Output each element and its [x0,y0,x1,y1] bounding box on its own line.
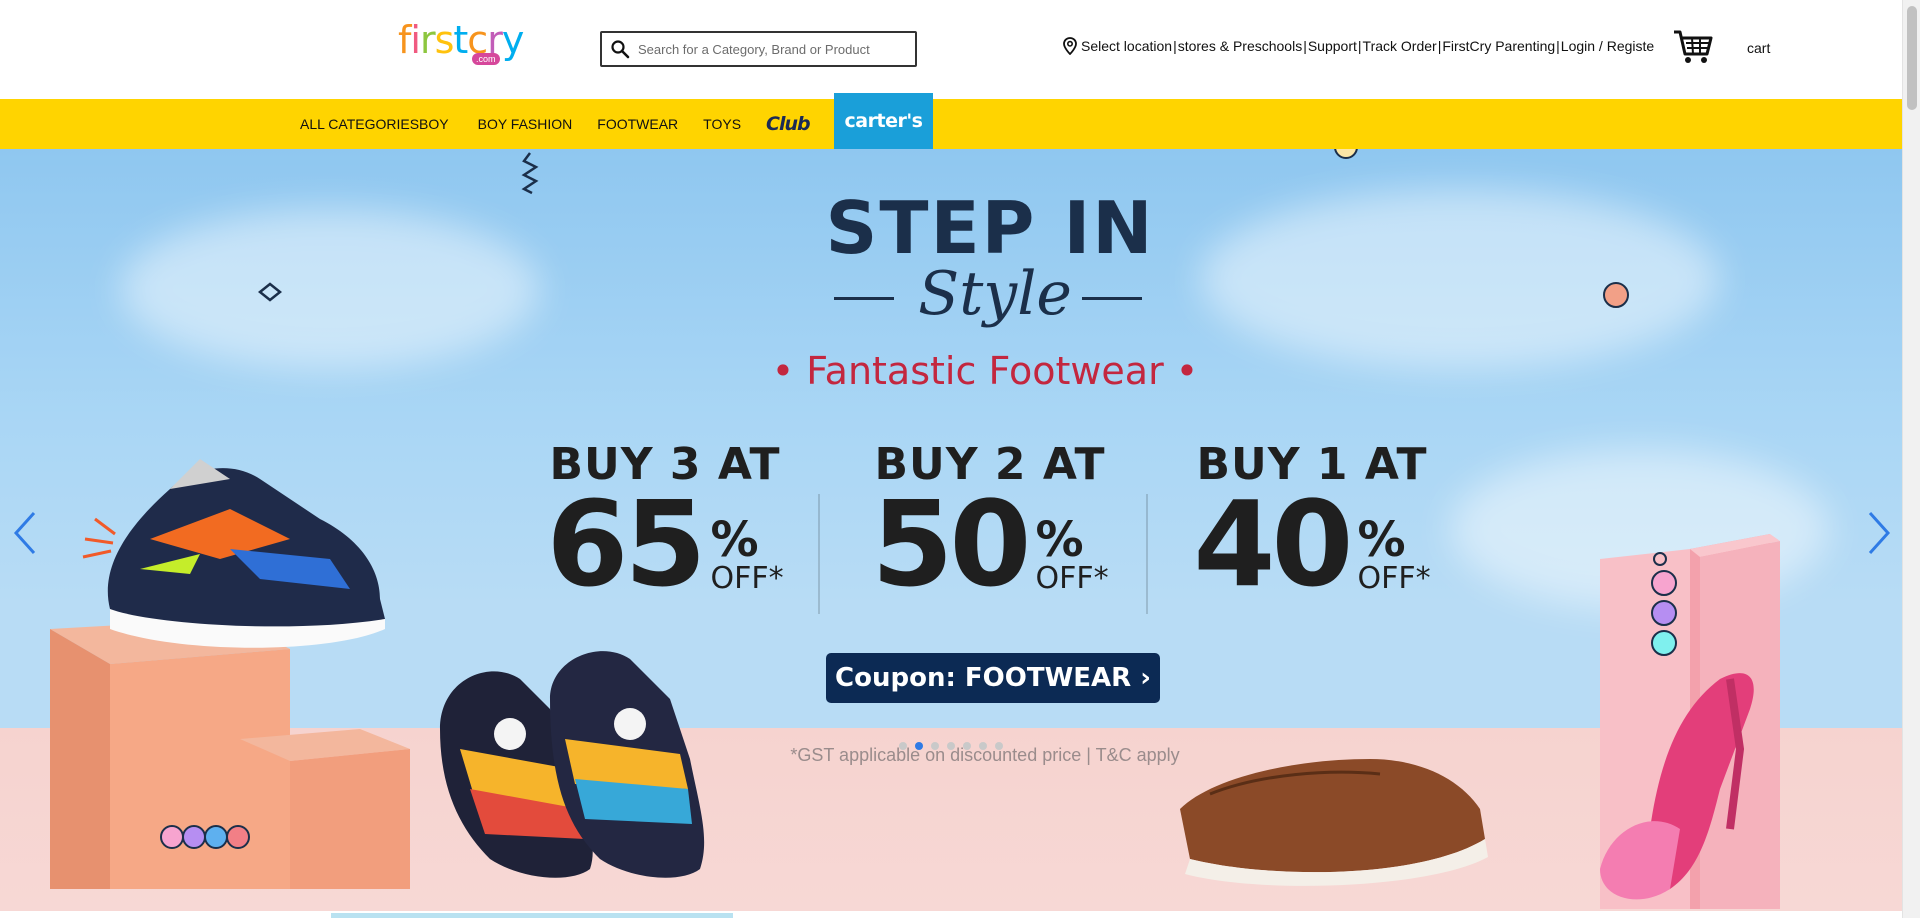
scrollbar-thumb[interactable] [1907,6,1917,110]
headline-line-right [1082,297,1142,300]
banner-tagline: • Fantastic Footwear • [771,349,1199,393]
squiggle-decoration [521,152,539,195]
nav-item-all-categories[interactable]: ALL CATEGORIESBOY [300,116,449,132]
carousel-dot-1[interactable] [899,742,907,750]
select-location-link[interactable]: Select location [1081,38,1172,54]
deal-divider [1146,494,1148,614]
carousel-next-button[interactable] [1860,509,1900,561]
page-scrollbar[interactable] [1902,0,1920,918]
location-pin-icon[interactable] [1061,36,1079,56]
deal-buy-3: BUY 3 AT 65 % OFF* [505,439,825,604]
deal-percent-sign: % [710,512,759,568]
cart-label[interactable]: cart [1747,40,1770,56]
deal-percent-value: 65 [546,475,706,613]
coupon-button[interactable]: Coupon: FOOTWEAR › [826,653,1160,703]
deal-off-label: OFF* [1357,561,1431,596]
nav-item-footwear[interactable]: FOOTWEAR [597,116,678,132]
cart-icon[interactable] [1672,28,1714,66]
track-order-link[interactable]: Track Order [1363,38,1437,54]
search-input[interactable] [638,41,915,57]
burst-lines-decoration [82,517,116,559]
chevron-right-icon [1866,509,1894,562]
firstcry-parenting-link[interactable]: FirstCry Parenting [1442,38,1555,54]
deal-off-label: OFF* [710,561,784,596]
deal-off-label: OFF* [1035,561,1109,596]
deal-percent-value: 50 [871,475,1031,613]
deal-divider [818,494,820,614]
hero-banner[interactable]: STEP IN Style • Fantastic Footwear • BUY… [0,149,1902,911]
pink-sandal-in-box-illustration [1600,534,1780,909]
nav-item-toys[interactable]: TOYS [703,116,741,132]
banner-headline-script: Style [918,259,1072,329]
deal-buy-2: BUY 2 AT 50 % OFF* [830,439,1150,604]
carousel-dot-6[interactable] [979,742,987,750]
diamond-decoration [257,282,283,302]
category-nav: ALL CATEGORIESBOY BOY FASHION FOOTWEAR T… [0,93,1902,149]
circle-decoration [1334,149,1358,159]
deal-percent-sign: % [1357,512,1406,568]
carousel-dot-7[interactable] [995,742,1003,750]
search-box[interactable] [600,31,917,67]
carousel-dot-5[interactable] [963,742,971,750]
nav-items: ALL CATEGORIESBOY BOY FASHION FOOTWEAR T… [300,99,835,149]
carousel-prev-button[interactable] [4,509,44,561]
sandals-illustration [440,651,705,878]
site-header: firstcry .com Select location | stores &… [0,0,1902,99]
page-bottom-strip [0,911,1902,918]
deal-percent-value: 40 [1193,475,1353,613]
stores-preschools-link[interactable]: stores & Preschools [1178,38,1303,54]
carousel-dots [899,742,1003,750]
login-register-link[interactable]: Login / Registe [1561,38,1654,54]
logo-com-badge: .com [472,53,500,65]
cloud-decoration [120,209,540,369]
carousel-dot-3[interactable] [931,742,939,750]
nav-item-boy-fashion[interactable]: BOY FASHION [478,116,573,132]
caterpillar-decoration [160,825,250,849]
deal-buy-1: BUY 1 AT 40 % OFF* [1152,439,1472,604]
chevron-left-icon [10,509,38,562]
firstcry-logo[interactable]: firstcry .com [398,18,524,70]
nav-item-club[interactable]: Club [766,113,811,135]
carousel-dot-4[interactable] [947,742,955,750]
deal-percent-sign: % [1035,512,1084,568]
search-icon[interactable] [602,33,638,65]
top-links: Select location | stores & Preschools | … [1061,36,1654,56]
banner-headline: STEP IN [825,186,1155,270]
next-section-edge [331,913,733,918]
support-link[interactable]: Support [1308,38,1357,54]
carters-nav-tab[interactable]: carter's [834,93,933,149]
carousel-dot-2[interactable] [915,742,923,750]
